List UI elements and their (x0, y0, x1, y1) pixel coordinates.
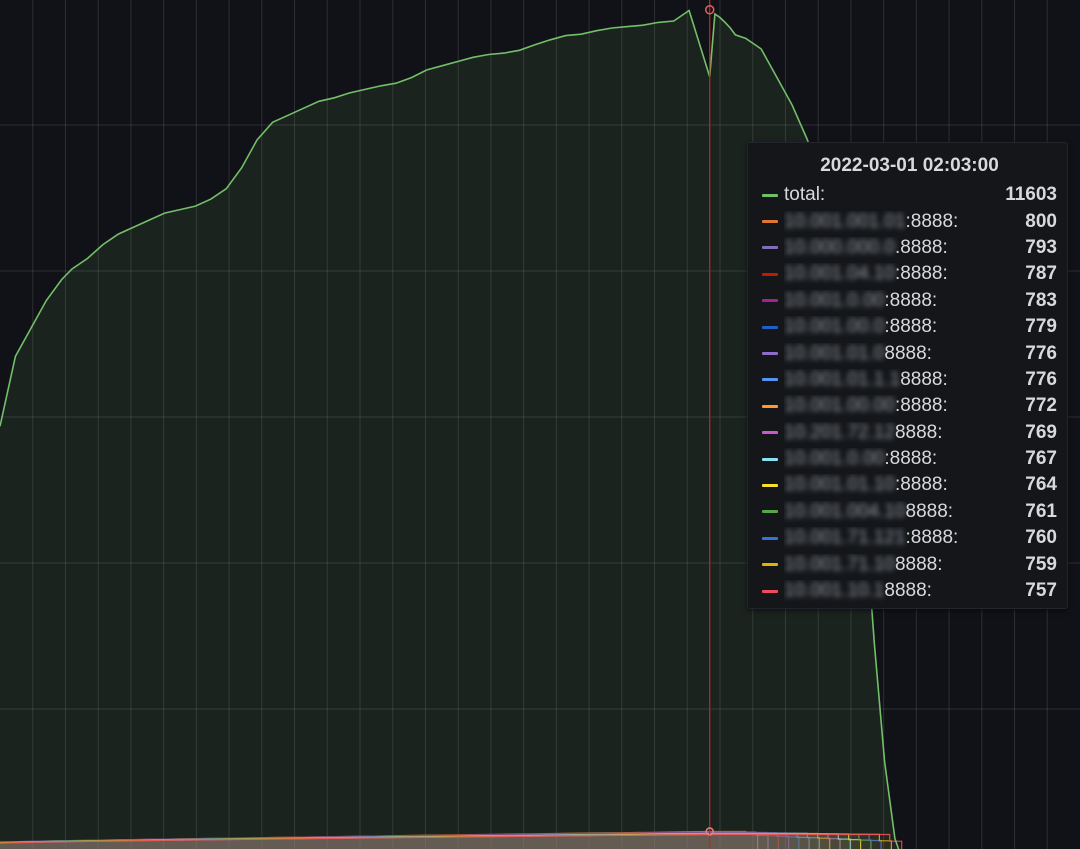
tooltip-series-value: 800 (1025, 210, 1057, 232)
tooltip-row-instance: 10.000.000.0.8888: 793 (762, 235, 1057, 261)
tooltip-row-instance: 10.001.04.10:8888: 787 (762, 261, 1057, 287)
tooltip-series-value: 783 (1025, 289, 1057, 311)
tooltip-row-instance: 10.001.00.00:8888: 772 (762, 393, 1057, 419)
tooltip-label-text: 8888: (894, 553, 943, 575)
tooltip-row-instance: 10.001.01.1.18888: 776 (762, 367, 1057, 393)
tooltip-label-text: :8888: (905, 210, 959, 232)
series-color-swatch (762, 246, 778, 250)
series-color-swatch (762, 404, 778, 408)
tooltip-series-value: 779 (1025, 316, 1057, 338)
tooltip-label-text: :8888: (884, 289, 938, 311)
series-color-swatch (762, 431, 778, 435)
tooltip-series-value: 11603 (1005, 184, 1057, 206)
series-color-swatch (762, 378, 778, 382)
series-color-swatch (762, 563, 778, 567)
tooltip-series-label: 10.001.71.108888: (784, 554, 1025, 576)
redacted-host-address: 10.001.71.10 (784, 553, 895, 575)
tooltip-series-value: 776 (1025, 342, 1057, 364)
tooltip-label-text: 8888: (884, 580, 932, 602)
redacted-host-address: 10.001.00.00 (784, 395, 895, 417)
tooltip-row-total: total: 11603 (762, 182, 1057, 208)
redacted-host-address: 10.001.004.10 (784, 500, 906, 522)
tooltip-label-text: :8888: (894, 474, 948, 496)
tooltip-series-value: 769 (1025, 421, 1057, 443)
tooltip-row-instance: 10.001.0.00:8888: 767 (762, 446, 1057, 472)
redacted-host-address: 10.001.01.1.1 (784, 368, 901, 390)
tooltip-label-text: .8888: (894, 236, 948, 258)
tooltip-series-value: 787 (1025, 263, 1057, 285)
tooltip-series-label: 10.001.01.1.18888: (784, 369, 1025, 391)
tooltip-series-label: 10.001.00.0:8888: (784, 316, 1025, 338)
series-color-swatch (762, 510, 778, 514)
series-color-swatch (762, 193, 778, 197)
redacted-host-address: 10.001.71.121 (784, 527, 906, 549)
tooltip-series-value: 759 (1025, 553, 1057, 575)
redacted-host-address: 10.001.001.01 (784, 210, 906, 232)
tooltip-label-text: 8888: (894, 421, 943, 443)
series-color-swatch (762, 536, 778, 540)
tooltip-row-instance: 10.001.004.108888: 761 (762, 499, 1057, 525)
tooltip-row-instance: 10.201.72.128888: 769 (762, 420, 1057, 446)
series-color-swatch (762, 272, 778, 276)
series-color-swatch (762, 589, 778, 593)
tooltip-series-value: 772 (1025, 395, 1057, 417)
tooltip-row-instance: 10.001.001.01:8888: 800 (762, 208, 1057, 234)
tooltip-series-label: 10.001.00.00:8888: (784, 395, 1025, 417)
tooltip-label-text: 8888: (884, 342, 932, 364)
tooltip-series-value: 761 (1025, 500, 1057, 522)
redacted-host-address: 10.001.00.0 (784, 316, 885, 338)
redacted-host-address: 10.001.01.0 (784, 342, 885, 364)
redacted-host-address: 10.201.72.12 (784, 421, 895, 443)
tooltip-series-label: 10.001.0.00:8888: (784, 290, 1025, 312)
tooltip-series-value: 760 (1025, 527, 1057, 549)
tooltip-series-label: 10.001.001.01:8888: (784, 211, 1025, 233)
tooltip-series-label: 10.001.01.10:8888: (784, 474, 1025, 496)
tooltip-series-label: 10.001.10.18888: (784, 580, 1025, 602)
series-color-swatch (762, 483, 778, 487)
redacted-host-address: 10.001.01.10 (784, 474, 895, 496)
tooltip-series-label: 10.001.04.10:8888: (784, 263, 1025, 285)
tooltip-series-label: 10.001.71.121:8888: (784, 527, 1025, 549)
tooltip-series-value: 776 (1025, 368, 1057, 390)
tooltip-row-instance: 10.001.71.108888: 759 (762, 551, 1057, 577)
tooltip-row-instance: 10.001.01.08888: 776 (762, 340, 1057, 366)
tooltip-rows: total: 11603 10.001.001.01:8888: 800 10.000.… (762, 182, 1057, 604)
tooltip-series-label: 10.001.0.00:8888: (784, 448, 1025, 470)
tooltip-series-value: 793 (1025, 236, 1057, 258)
redacted-host-address: 10.001.0.00 (784, 289, 885, 311)
hover-tooltip: 2022-03-01 02:03:00 total: 11603 10.001.00… (747, 142, 1068, 609)
tooltip-series-label: 10.001.004.108888: (784, 501, 1025, 523)
tooltip-timestamp: 2022-03-01 02:03:00 (820, 155, 999, 176)
tooltip-label-text: :8888: (884, 316, 938, 338)
tooltip-row-instance: 10.001.71.121:8888: 760 (762, 525, 1057, 551)
series-color-swatch (762, 220, 778, 224)
redacted-host-address: 10.000.000.0 (784, 236, 895, 258)
series-color-swatch (762, 299, 778, 303)
tooltip-series-label: 10.000.000.0.8888: (784, 237, 1025, 259)
tooltip-row-instance: 10.001.01.10:8888: 764 (762, 472, 1057, 498)
tooltip-label-text: total: (784, 184, 826, 206)
tooltip-series-value: 757 (1025, 580, 1057, 602)
tooltip-label-text: :8888: (894, 395, 948, 417)
redacted-host-address: 10.001.04.10 (784, 263, 895, 285)
series-color-swatch (762, 352, 778, 356)
tooltip-series-label: 10.201.72.128888: (784, 422, 1025, 444)
tooltip-row-instance: 10.001.0.00:8888: 783 (762, 288, 1057, 314)
tooltip-series-value: 767 (1025, 448, 1057, 470)
redacted-host-address: 10.001.0.00 (784, 448, 885, 470)
tooltip-row-instance: 10.001.00.0:8888: 779 (762, 314, 1057, 340)
tooltip-series-label: total: (784, 184, 1005, 206)
tooltip-row-instance: 10.001.10.18888: 757 (762, 578, 1057, 604)
tooltip-label-text: :8888: (884, 448, 938, 470)
tooltip-series-label: 10.001.01.08888: (784, 343, 1025, 365)
series-color-swatch (762, 457, 778, 461)
tooltip-label-text: :8888: (894, 263, 948, 285)
tooltip-label-text: 8888: (900, 368, 948, 390)
series-color-swatch (762, 325, 778, 329)
redacted-host-address: 10.001.10.1 (784, 580, 885, 602)
tooltip-label-text: 8888: (905, 500, 954, 522)
tooltip-label-text: :8888: (905, 527, 959, 549)
tooltip-series-value: 764 (1025, 474, 1057, 496)
